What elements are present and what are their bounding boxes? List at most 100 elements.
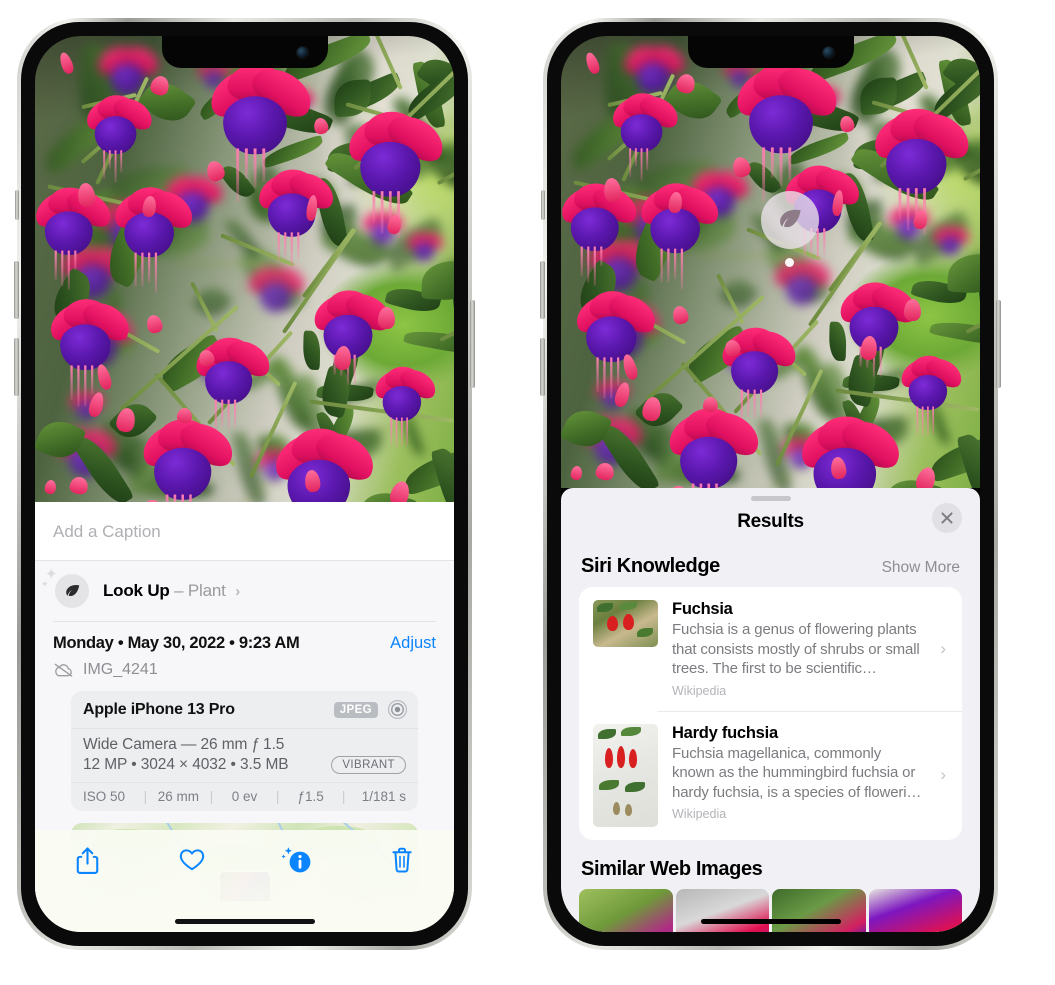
favorite-button[interactable]: [140, 846, 245, 872]
results-sheet: Results Siri Knowledge Show More Fuchsia…: [561, 488, 980, 932]
list-item[interactable]: [772, 888, 866, 932]
camera-specs-row: 12 MP • 3024 × 4032 • 3.5 MB VIBRANT: [83, 756, 406, 774]
camera-info-card: Apple iPhone 13 Pro JPEG Wide Camera — 2…: [71, 691, 418, 811]
delete-button[interactable]: [349, 846, 454, 874]
exif-exposure: 0 ev: [231, 789, 258, 804]
similar-web-images-header: Similar Web Images: [561, 840, 980, 887]
camera-lens-line: Wide Camera — 26 mm ƒ 1.5: [83, 736, 285, 753]
look-up-subject: Plant: [187, 581, 226, 600]
siri-knowledge-header: Siri Knowledge Show More: [561, 537, 980, 587]
silent-switch[interactable]: [541, 190, 545, 220]
volume-down-button[interactable]: [14, 338, 19, 396]
trash-icon: [392, 847, 412, 873]
look-up-label: Look Up – Plant ›: [103, 581, 240, 601]
home-indicator[interactable]: [700, 919, 841, 924]
look-up-text: Look Up: [103, 581, 170, 600]
exif-aperture: ƒ1.5: [297, 789, 324, 804]
silent-switch[interactable]: [15, 190, 19, 220]
exif-iso: ISO 50: [83, 789, 126, 804]
list-item[interactable]: [675, 888, 769, 932]
knowledge-description: Fuchsia magellanica, commonly known as t…: [672, 744, 922, 801]
visual-look-up-badge[interactable]: [761, 191, 819, 249]
chevron-right-icon: ›: [235, 583, 240, 600]
volume-up-button[interactable]: [14, 261, 19, 319]
date-row: Monday • May 30, 2022 • 9:23 AM Adjust: [53, 634, 436, 653]
knowledge-text: Fuchsia Fuchsia is a genus of flowering …: [672, 600, 926, 698]
knowledge-title: Hardy fuchsia: [672, 723, 778, 742]
chevron-right-icon: ›: [940, 638, 946, 658]
leaf-icon: ✦ ✦: [41, 567, 89, 608]
knowledge-text: Hardy fuchsia Fuchsia magellanica, commo…: [672, 724, 926, 822]
phone-left-body: Add a Caption ✦ ✦ Look Up – Plant › Mond…: [21, 22, 468, 946]
phone-right-screen: Results Siri Knowledge Show More Fuchsia…: [561, 36, 980, 932]
share-icon: [76, 847, 99, 874]
power-button[interactable]: [470, 300, 475, 388]
info-sparkle-icon: [281, 847, 311, 873]
knowledge-source: Wikipedia: [672, 683, 727, 698]
camera-specs-line: 12 MP • 3024 × 4032 • 3.5 MB: [83, 756, 289, 773]
exif-focal: 26 mm: [157, 789, 200, 804]
photo-filename: IMG_4241: [83, 661, 158, 678]
knowledge-thumbnail: [593, 600, 658, 647]
siri-knowledge-list: Fuchsia Fuchsia is a genus of flowering …: [579, 587, 962, 840]
look-up-row[interactable]: ✦ ✦ Look Up – Plant ›: [35, 561, 454, 621]
photo-viewer[interactable]: [35, 36, 454, 502]
leaf-icon: [780, 209, 801, 228]
results-title: Results: [737, 511, 804, 532]
power-button[interactable]: [996, 300, 1001, 388]
format-badge: JPEG: [333, 701, 378, 718]
exif-row: ISO 50 | 26 mm | 0 ev | ƒ1.5 | 1/181 s: [71, 782, 418, 811]
exif-divider-4: |: [341, 789, 346, 804]
photo-info-sheet: Add a Caption ✦ ✦ Look Up – Plant › Mond…: [35, 502, 454, 932]
camera-device-name: Apple iPhone 13 Pro: [83, 700, 235, 718]
photo-toolbar: [35, 830, 454, 932]
notch: [161, 36, 328, 68]
knowledge-title: Fuchsia: [672, 600, 733, 618]
info-button[interactable]: [245, 846, 350, 876]
phone-right: Results Siri Knowledge Show More Fuchsia…: [540, 18, 1001, 950]
results-header: Results: [561, 501, 980, 537]
phone-right-body: Results Siri Knowledge Show More Fuchsia…: [547, 22, 994, 946]
knowledge-description: Fuchsia is a genus of flowering plants t…: [672, 621, 920, 677]
chevron-right-icon: ›: [940, 765, 946, 784]
similar-web-images-list: [561, 888, 980, 932]
photo-date: Monday • May 30, 2022 • 9:23 AM: [53, 634, 300, 652]
notch: [687, 36, 854, 68]
caption-input[interactable]: Add a Caption: [35, 502, 454, 561]
aperture-icon[interactable]: [387, 699, 408, 720]
exif-divider-3: |: [275, 789, 280, 804]
file-row: IMG_4241: [53, 661, 436, 679]
photo-viewer[interactable]: [561, 36, 980, 488]
visual-look-up-anchor-dot: [785, 258, 794, 267]
camera-header: Apple iPhone 13 Pro JPEG: [71, 691, 418, 729]
phone-left-screen: Add a Caption ✦ ✦ Look Up – Plant › Mond…: [35, 36, 454, 932]
cloud-slash-icon: [54, 663, 73, 677]
phone-left: Add a Caption ✦ ✦ Look Up – Plant › Mond…: [14, 18, 475, 950]
list-item[interactable]: [868, 888, 962, 932]
list-item[interactable]: Hardy fuchsia Fuchsia magellanica, commo…: [579, 710, 962, 840]
adjust-button[interactable]: Adjust: [390, 634, 436, 653]
exif-divider-2: |: [209, 789, 214, 804]
volume-down-button[interactable]: [540, 338, 545, 396]
sparkle-icon-small: ✦: [41, 579, 49, 589]
show-more-button[interactable]: Show More: [882, 559, 960, 577]
camera-header-badges: JPEG: [333, 699, 408, 720]
exif-shutter: 1/181 s: [361, 789, 407, 804]
knowledge-source: Wikipedia: [672, 807, 727, 821]
exif-divider-1: |: [143, 789, 148, 804]
close-icon: [941, 512, 953, 524]
section-title: Siri Knowledge: [581, 555, 720, 577]
list-item[interactable]: [579, 888, 673, 932]
close-button[interactable]: [932, 503, 962, 533]
knowledge-thumbnail: [593, 723, 658, 827]
divider: [53, 621, 436, 622]
list-item[interactable]: Fuchsia Fuchsia is a genus of flowering …: [579, 587, 962, 711]
look-up-dash: –: [174, 581, 184, 600]
front-camera: [296, 47, 308, 58]
front-camera: [822, 47, 834, 58]
camera-body: Wide Camera — 26 mm ƒ 1.5 12 MP • 3024 ×…: [71, 729, 418, 782]
home-indicator[interactable]: [174, 919, 315, 924]
share-button[interactable]: [35, 846, 140, 875]
section-title: Similar Web Images: [581, 857, 763, 880]
volume-up-button[interactable]: [540, 261, 545, 319]
